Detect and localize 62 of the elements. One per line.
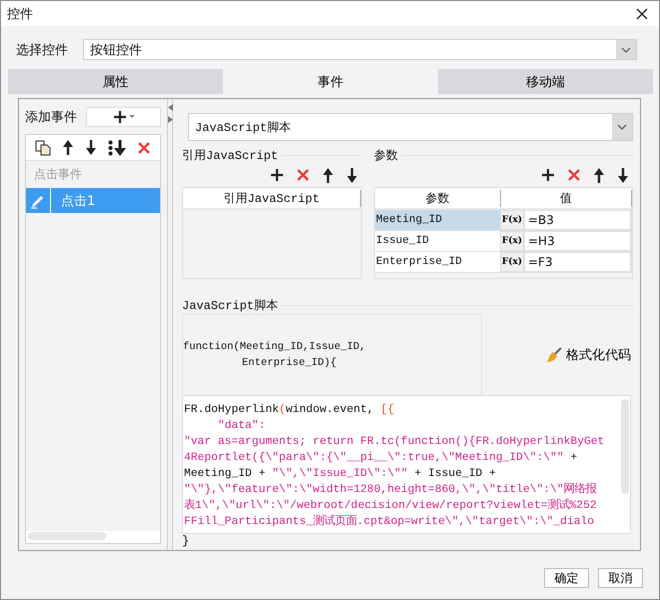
down-arrow-icon[interactable] (346, 168, 358, 182)
cross-icon[interactable] (567, 168, 581, 182)
tab[interactable]: 事件 (223, 69, 438, 94)
event-group-label: 点击事件 (33, 166, 83, 183)
code-line: Meeting_ID + "\",\"Issue_ID\":\"" + Issue_ID + (184, 466, 497, 482)
formula-button[interactable]: F(x) (501, 232, 523, 250)
close-icon (635, 6, 649, 20)
table-cell[interactable]: Meeting_ID (375, 210, 501, 230)
formula-button[interactable]: F(x) (501, 253, 523, 271)
copy-icon[interactable] (35, 140, 52, 156)
plus-icon (112, 110, 134, 124)
code-editor[interactable] (182, 395, 631, 534)
field-label: 选择控件 (16, 42, 69, 58)
value-field[interactable]: =F3 (525, 253, 630, 271)
function-signature: function(Meeting_ID,Issue_ID, (183, 340, 367, 355)
right-triangle-icon[interactable] (168, 116, 172, 123)
table-cell[interactable]: Issue_ID (375, 231, 501, 251)
code-line: 4Reportlet({\"para\":{\"__pi__\":true,\"Meeting_ID\":\"" + (184, 450, 578, 466)
column-header: 值 (501, 190, 632, 206)
script-type-dropdown[interactable]: JavaScript脚本 (188, 113, 633, 141)
tab[interactable]: 移动端 (438, 69, 653, 94)
value-field[interactable]: =B3 (525, 211, 630, 229)
scrollbar-thumb[interactable] (28, 532, 106, 540)
code-line: } (182, 534, 190, 550)
cross-icon[interactable] (296, 168, 310, 182)
scrollbar-thumb[interactable] (621, 399, 629, 494)
up-arrow-icon[interactable] (322, 168, 334, 182)
up-arrow-icon[interactable] (593, 168, 605, 182)
plus-icon[interactable] (541, 168, 555, 182)
dialog-button[interactable]: 确定 (544, 568, 589, 588)
section-title: 引用JavaScript (182, 148, 278, 164)
code-line: FFill_Participants_测试页面.cpt&op=write\",\"target\":\"_dialo (184, 514, 596, 530)
function-signature: Enterprise_ID){ (241, 356, 338, 371)
format-code-button[interactable]: 格式化代码 (546, 346, 631, 364)
tab[interactable]: 属性 (8, 69, 223, 94)
table-cell[interactable]: Enterprise_ID (375, 252, 501, 272)
formula-button[interactable]: F(x) (501, 211, 523, 229)
window-title: 控件 (7, 6, 33, 22)
code-line: 表1\",\"url\":\"/webroot/decision/view/report?viewlet=测试%252 (184, 498, 598, 514)
chevron-down-icon (621, 46, 631, 52)
section-title: 参数 (374, 148, 398, 164)
cross-icon[interactable] (136, 140, 151, 154)
broom-icon (546, 347, 562, 363)
dots-down-arrow-icon[interactable] (108, 140, 126, 156)
left-triangle-icon[interactable] (168, 104, 172, 111)
up-arrow-icon[interactable] (62, 140, 74, 155)
dialog-button[interactable]: 取消 (598, 568, 643, 588)
code-line: "data": (216, 418, 266, 434)
value-field[interactable]: =H3 (525, 232, 630, 250)
down-arrow-icon[interactable] (84, 140, 97, 155)
code-line: "var as=arguments; return FR.tc(function(){FR.doHyperlinkByGet (184, 434, 606, 450)
add-event-button[interactable] (86, 107, 161, 127)
add-event-label: 添加事件 (25, 109, 77, 126)
code-line: "\"},\"feature\":\"width=1280,height=860,\",\"title\":\"网络报 (184, 482, 598, 498)
column-header: 引用JavaScript (183, 190, 361, 206)
plus-icon[interactable] (270, 168, 284, 182)
down-arrow-icon[interactable] (617, 168, 629, 182)
code-line: FR.doHyperlink(window.event, [{ (184, 402, 396, 418)
chevron-down-icon (617, 124, 627, 130)
widget-dropdown[interactable]: 按钮控件 (83, 39, 637, 60)
section-title: JavaScript脚本 (182, 298, 278, 314)
column-header: 参数 (375, 190, 501, 206)
